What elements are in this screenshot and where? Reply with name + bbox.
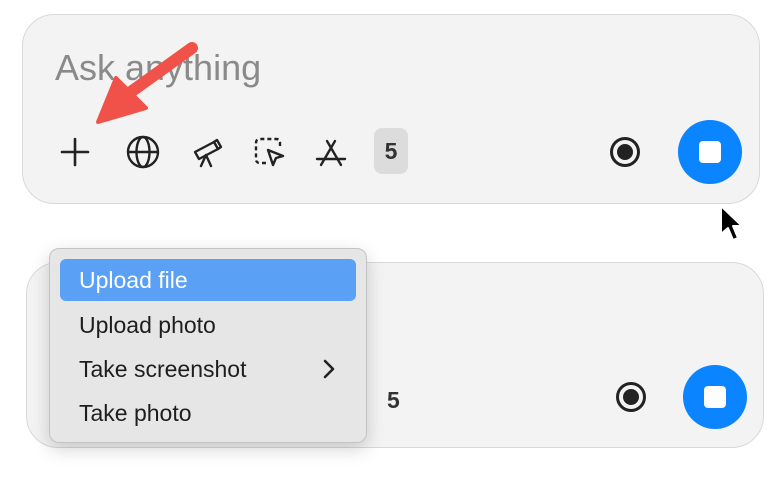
app-store-button[interactable] xyxy=(309,130,353,174)
app-store-icon xyxy=(315,139,347,167)
stop-icon xyxy=(699,141,721,163)
mouse-pointer-icon xyxy=(720,205,743,241)
stop-icon xyxy=(704,386,726,408)
record-button[interactable] xyxy=(609,375,653,419)
record-button[interactable] xyxy=(603,130,647,174)
menu-item-take-screenshot[interactable]: Take screenshot xyxy=(60,348,356,390)
globe-icon xyxy=(126,135,160,169)
telescope-icon xyxy=(193,138,223,168)
record-icon xyxy=(610,137,640,167)
menu-item-take-photo[interactable]: Take photo xyxy=(60,392,356,434)
attach-menu: Upload file Upload photo Take screenshot… xyxy=(49,248,367,443)
menu-item-upload-file[interactable]: Upload file xyxy=(60,259,356,301)
menu-item-label: Take screenshot xyxy=(79,355,247,382)
annotation-arrow xyxy=(96,42,198,124)
tool-count-badge[interactable]: 5 xyxy=(374,128,408,174)
plus-icon xyxy=(60,137,90,167)
menu-item-label: Take photo xyxy=(79,399,192,426)
select-area-button[interactable] xyxy=(247,130,291,174)
tool-count-label[interactable]: 5 xyxy=(387,387,400,414)
cursor-select-icon xyxy=(254,137,285,167)
chevron-right-icon xyxy=(323,359,335,379)
menu-item-label: Upload file xyxy=(79,266,188,293)
stop-button[interactable] xyxy=(683,365,747,429)
menu-item-label: Upload photo xyxy=(79,311,216,338)
menu-item-upload-photo[interactable]: Upload photo xyxy=(60,304,356,346)
record-icon xyxy=(616,382,646,412)
stop-button[interactable] xyxy=(678,120,742,184)
